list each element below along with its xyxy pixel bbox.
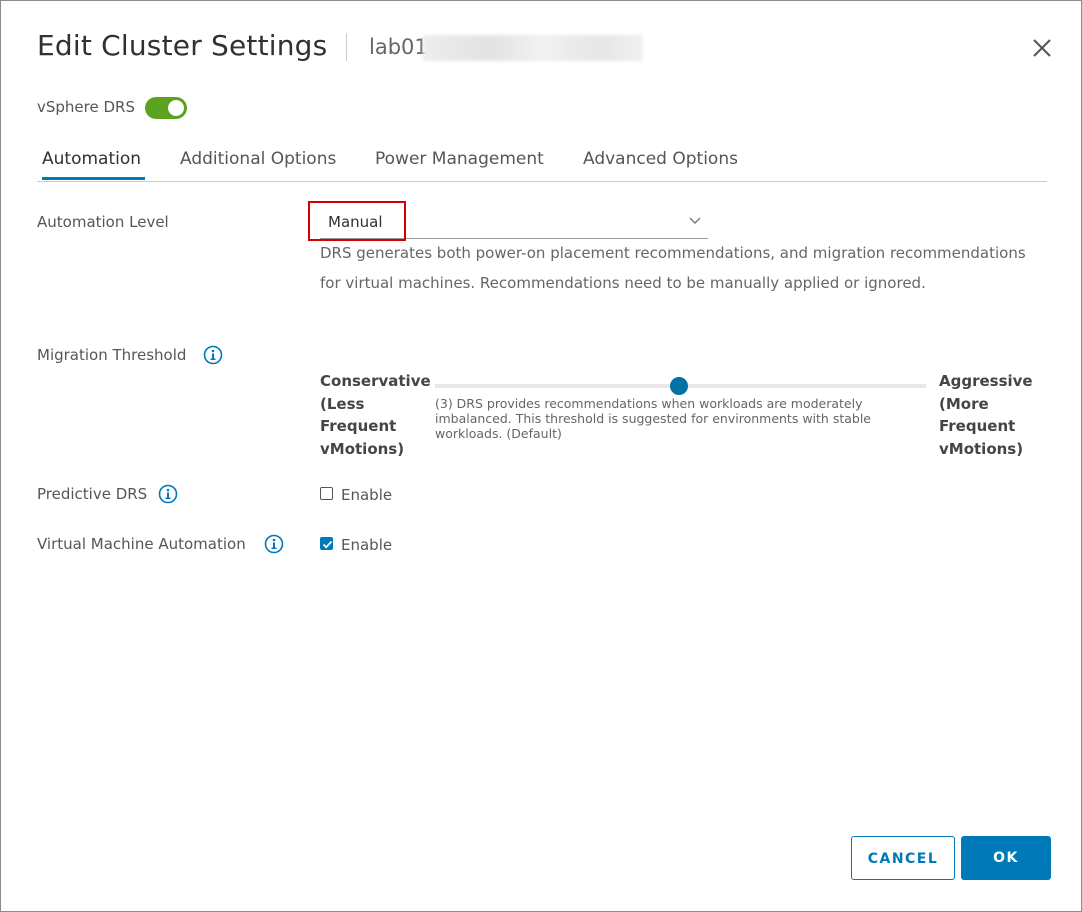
migration-threshold-description: (3) DRS provides recommendations when wo… (435, 396, 871, 441)
predictive-drs-label: Predictive DRS (37, 485, 148, 503)
tab-power-management[interactable]: Power Management (375, 149, 544, 179)
edit-cluster-settings-dialog: Edit Cluster Settings lab01 vSphere DRS … (0, 0, 1082, 912)
vm-automation-checkbox[interactable] (320, 537, 333, 550)
checkmark-icon (322, 540, 333, 549)
close-icon (1033, 39, 1051, 57)
cancel-button[interactable]: CANCEL (851, 836, 955, 880)
tab-automation[interactable]: Automation (42, 149, 146, 180)
vm-automation-enable-label: Enable (341, 536, 393, 554)
vm-automation-label: Virtual Machine Automation (37, 535, 246, 553)
migration-threshold-label: Migration Threshold (37, 346, 187, 364)
close-button[interactable] (1027, 33, 1057, 63)
info-icon[interactable] (203, 345, 223, 365)
redacted-cluster-name (423, 35, 643, 61)
info-icon[interactable] (158, 484, 178, 504)
migration-threshold-slider-handle[interactable] (669, 377, 688, 395)
slider-aggressive-label: Aggressive (More Frequent vMotions) (939, 372, 1033, 458)
automation-level-description: DRS generates both power-on placement re… (320, 244, 1026, 292)
automation-level-label: Automation Level (37, 213, 169, 231)
title-divider (346, 33, 347, 61)
tab-advanced-options[interactable]: Advanced Options (583, 149, 738, 179)
toggle-knob (168, 100, 184, 116)
cluster-name: lab01 (369, 35, 428, 59)
predictive-drs-checkbox[interactable] (320, 487, 333, 500)
vsphere-drs-toggle[interactable] (145, 97, 187, 119)
chevron-down-icon (689, 217, 701, 224)
info-icon[interactable] (264, 534, 284, 554)
automation-level-select[interactable]: Manual (320, 206, 708, 239)
ok-button[interactable]: OK (961, 836, 1051, 880)
predictive-drs-enable-label: Enable (341, 486, 393, 504)
tab-bar: Automation Additional Options Power Mana… (37, 141, 1047, 182)
automation-level-value: Manual (328, 213, 383, 231)
dialog-title: Edit Cluster Settings (37, 29, 328, 62)
tab-additional-options[interactable]: Additional Options (180, 149, 336, 179)
slider-conservative-label: Conservative (Less Frequent vMotions) (320, 372, 431, 458)
vsphere-drs-label: vSphere DRS (37, 98, 135, 116)
